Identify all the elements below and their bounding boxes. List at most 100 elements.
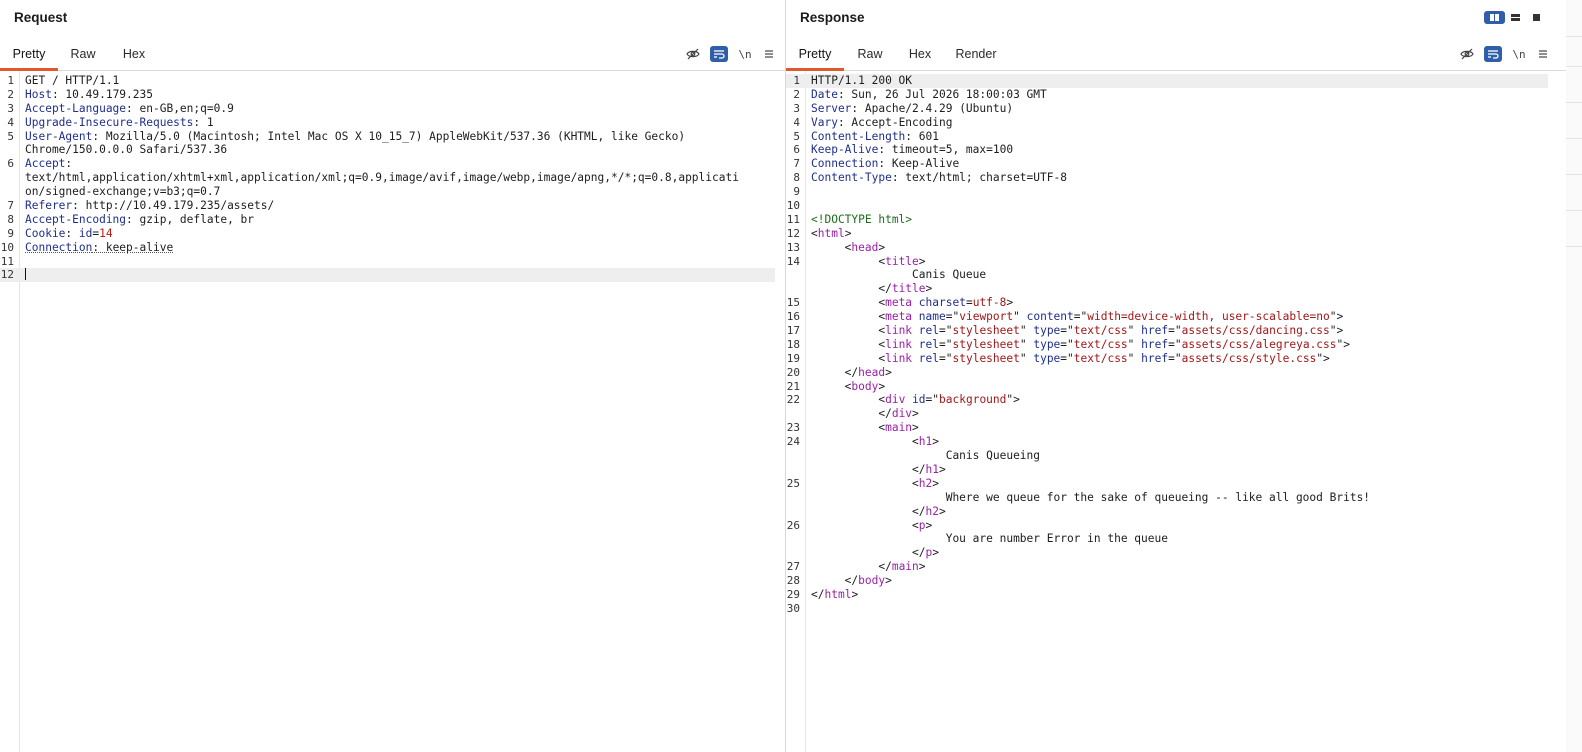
response-tab-pretty[interactable]: Pretty (786, 42, 844, 71)
hamburger-menu-icon (1539, 50, 1547, 58)
response-code-line: 15 <meta charset=utf-8> (786, 296, 1548, 310)
line-number: 29 (786, 587, 800, 601)
request-pane: Request Pretty Raw Hex \n 1 GET / HTTP/1.… (0, 0, 786, 752)
response-code-line: 3 Server: Apache/2.4.29 (Ubuntu) (786, 102, 1548, 116)
response-show-newlines-button[interactable]: \n (1510, 46, 1528, 62)
request-code-line: 3 Accept-Language: en-GB,en;q=0.9 (0, 102, 775, 116)
request-tab-pretty[interactable]: Pretty (0, 42, 58, 71)
request-tab-hex[interactable]: Hex (114, 42, 154, 68)
response-word-wrap-button[interactable] (1484, 46, 1502, 62)
response-title: Response (800, 10, 865, 25)
request-code-line: on/signed-exchange;v=b3;q=0.7 (0, 185, 775, 199)
line-number: 9 (793, 185, 800, 199)
layout-single-button[interactable] (1526, 11, 1547, 24)
line-number: 6 (793, 143, 800, 157)
code-text: You are number Error in the queue (811, 532, 1168, 546)
code-text: <div id="background"> (811, 393, 1020, 407)
code-text: <title> (811, 254, 926, 268)
response-code-line: You are number Error in the queue (786, 532, 1548, 546)
response-tab-render[interactable]: Render (950, 42, 1002, 68)
response-code-line: 26 <p> (786, 519, 1548, 533)
response-code-line: </p> (786, 546, 1548, 560)
line-number: 19 (786, 351, 800, 365)
code-text: Host: 10.49.179.235 (25, 87, 153, 101)
response-tab-hex[interactable]: Hex (900, 42, 940, 68)
response-code-line: 2 Date: Sun, 26 Jul 2026 18:00:03 GMT (786, 88, 1548, 102)
response-code-line: 16 <meta name="viewport" content="width=… (786, 310, 1548, 324)
line-number: 20 (786, 365, 800, 379)
response-code-line: 6 Keep-Alive: timeout=5, max=100 (786, 143, 1548, 157)
code-text: <h2> (811, 476, 940, 490)
code-text: Vary: Accept-Encoding (811, 115, 953, 129)
code-text: text/html,application/xhtml+xml,applicat… (25, 171, 739, 185)
layout-stacked-icon (1511, 14, 1520, 21)
code-text: <link rel="stylesheet" type="text/css" h… (811, 337, 1350, 351)
layout-switcher (1484, 11, 1547, 24)
response-code-line: 4 Vary: Accept-Encoding (786, 116, 1548, 130)
request-tab-raw[interactable]: Raw (62, 42, 104, 68)
code-text: </h2> (811, 504, 946, 518)
response-editor[interactable]: 1 HTTP/1.1 200 OK 2 Date: Sun, 26 Jul 2026 … (786, 74, 1548, 752)
request-code-line: text/html,application/xhtml+xml,applicat… (0, 171, 775, 185)
response-code-line: 28 </body> (786, 574, 1548, 588)
line-number: 11 (786, 212, 800, 226)
request-code-line: 9 Cookie: id=14 (0, 227, 775, 241)
line-number: 27 (786, 560, 800, 574)
response-code-line: 29 </html> (786, 588, 1548, 602)
request-editor[interactable]: 1 GET / HTTP/1.1 2 Host: 10.49.179.235 3 Acce… (0, 74, 775, 752)
code-text: <!DOCTYPE html> (811, 212, 913, 226)
show-newlines-button[interactable]: \n (736, 46, 754, 62)
line-number: 6 (7, 157, 14, 171)
line-number: 16 (786, 310, 800, 324)
response-tabs: Pretty Raw Hex Render (786, 42, 1566, 71)
response-code-line: 9 (786, 185, 1548, 199)
code-text: Where we queue for the sake of queueing … (811, 490, 1371, 504)
response-code-line: Canis Queueing (786, 449, 1548, 463)
code-text: Canis Queueing (811, 449, 1041, 463)
hide-nonprintable-button[interactable] (684, 46, 702, 62)
line-number: 8 (7, 212, 14, 226)
code-text: <h1> (811, 435, 940, 449)
word-wrap-icon (1488, 50, 1499, 59)
code-text (25, 268, 26, 282)
request-code-line: 10 Connection: keep-alive (0, 241, 775, 255)
code-text: Connection: keep-alive (25, 240, 174, 254)
line-number: 13 (786, 240, 800, 254)
code-text: <main> (811, 421, 919, 435)
line-number: 10 (0, 240, 14, 254)
code-text: </p> (811, 546, 940, 560)
code-text: </div> (811, 407, 919, 421)
line-number: 1 (7, 74, 14, 87)
word-wrap-button[interactable] (710, 46, 728, 62)
request-code-line: 4 Upgrade-Insecure-Requests: 1 (0, 116, 775, 130)
request-code-line: 5 User-Agent: Mozilla/5.0 (Macintosh; Int… (0, 130, 775, 144)
code-text: on/signed-exchange;v=b3;q=0.7 (25, 185, 221, 199)
code-text: <html> (811, 226, 852, 240)
response-tab-raw[interactable]: Raw (848, 42, 892, 68)
code-text: <p> (811, 518, 933, 532)
code-text: Accept: (25, 157, 73, 171)
request-title: Request (14, 10, 68, 25)
layout-side-by-side-button[interactable] (1484, 11, 1505, 24)
line-number: 9 (7, 226, 14, 240)
line-number: 15 (786, 296, 800, 310)
code-text: <body> (811, 379, 886, 393)
line-number: 24 (786, 435, 800, 449)
layout-stacked-button[interactable] (1505, 11, 1526, 24)
response-code-line: Canis Queue (786, 268, 1548, 282)
code-text: <link rel="stylesheet" type="text/css" h… (811, 351, 1330, 365)
response-code-line: 8 Content-Type: text/html; charset=UTF-8 (786, 171, 1548, 185)
response-code-line: 1 HTTP/1.1 200 OK (786, 74, 1548, 88)
response-code-line: 25 <h2> (786, 477, 1548, 491)
response-code-line: 13 <head> (786, 241, 1548, 255)
code-text: </main> (811, 560, 926, 574)
hamburger-menu-icon (765, 50, 773, 58)
response-hide-nonprintable-button[interactable] (1458, 46, 1476, 62)
request-tabs: Pretty Raw Hex (0, 42, 785, 71)
code-text: Connection: Keep-Alive (811, 157, 960, 171)
response-code-line: 30 (786, 602, 1548, 616)
response-menu-button[interactable] (1534, 46, 1552, 62)
response-code-line: </h2> (786, 505, 1548, 519)
request-code-line: 2 Host: 10.49.179.235 (0, 88, 775, 102)
request-menu-button[interactable] (760, 46, 778, 62)
